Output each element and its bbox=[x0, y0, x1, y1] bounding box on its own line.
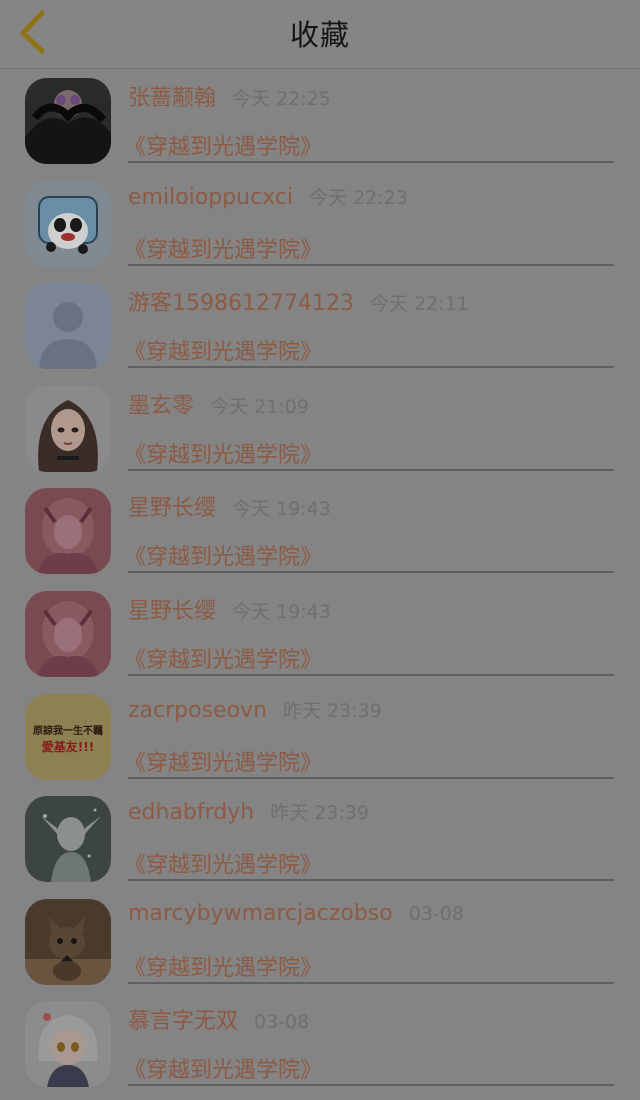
elf-avatar-icon bbox=[25, 796, 111, 883]
divider bbox=[128, 1084, 614, 1087]
timestamp: 今天 22:23 bbox=[309, 186, 408, 209]
timestamp: 昨天 23:39 bbox=[283, 699, 382, 722]
default-user-avatar-icon bbox=[25, 283, 111, 370]
book-title-link[interactable]: 《穿越到光遇学院》 bbox=[124, 129, 322, 161]
avatar[interactable] bbox=[25, 898, 111, 985]
book-title-link[interactable]: 《穿越到光遇学院》 bbox=[124, 232, 322, 264]
avatar[interactable] bbox=[25, 78, 111, 164]
avatar[interactable]: 原諒我一生不羈 愛基友!!! bbox=[25, 693, 111, 780]
user-name: 慕言字无双 03-08 bbox=[128, 1009, 310, 1035]
avatar[interactable] bbox=[25, 796, 111, 883]
dark-figure-avatar-icon bbox=[25, 78, 111, 164]
book-title-link[interactable]: 《穿越到光遇学院》 bbox=[124, 437, 322, 469]
user-name: emiloioppucxci 今天 22:23 bbox=[128, 184, 408, 210]
chibi-avatar-icon bbox=[25, 1001, 111, 1088]
favorites-list: 张蔷颟翰 今天 22:25 《穿越到光遇学院》 emiloioppucxci 今天 … bbox=[0, 69, 640, 1095]
book-title-link[interactable]: 《穿越到光遇学院》 bbox=[124, 334, 322, 366]
cat-avatar-icon bbox=[25, 898, 111, 985]
user-name: marcybywmarcjaczobso 03-08 bbox=[128, 900, 464, 926]
timestamp: 今天 19:43 bbox=[232, 600, 331, 623]
user-name: 游客1598612774123 今天 22:11 bbox=[128, 291, 469, 317]
timestamp: 03-08 bbox=[254, 1011, 310, 1034]
list-item[interactable]: 张蔷颟翰 今天 22:25 《穿越到光遇学院》 bbox=[0, 69, 640, 172]
book-title-link[interactable]: 《穿越到光遇学院》 bbox=[124, 745, 322, 777]
timestamp: 今天 21:09 bbox=[210, 395, 309, 418]
divider bbox=[128, 981, 614, 984]
book-title-link[interactable]: 《穿越到光遇学院》 bbox=[124, 539, 322, 571]
list-item[interactable]: emiloioppucxci 今天 22:23 《穿越到光遇学院》 bbox=[0, 172, 640, 275]
panda-avatar-icon bbox=[25, 180, 111, 267]
user-name: edhabfrdyh 昨天 23:39 bbox=[128, 800, 370, 826]
list-item[interactable]: edhabfrdyh 昨天 23:39 《穿越到光遇学院》 bbox=[0, 787, 640, 890]
list-item[interactable]: marcybywmarcjaczobso 03-08 《穿越到光遇学院》 bbox=[0, 890, 640, 993]
user-name: 张蔷颟翰 今天 22:25 bbox=[128, 86, 331, 111]
divider bbox=[128, 879, 614, 882]
divider bbox=[128, 571, 614, 574]
divider bbox=[128, 468, 614, 471]
user-name: zacrposeovn 昨天 23:39 bbox=[128, 697, 382, 723]
timestamp: 今天 22:25 bbox=[232, 88, 331, 110]
list-item[interactable]: 游客1598612774123 今天 22:11 《穿越到光遇学院》 bbox=[0, 274, 640, 377]
list-item[interactable]: 慕言字无双 03-08 《穿越到光遇学院》 bbox=[0, 992, 640, 1095]
book-title-link[interactable]: 《穿越到光遇学院》 bbox=[124, 950, 322, 982]
avatar-caption: 愛基友!!! bbox=[41, 739, 95, 754]
anime-girl-avatar-icon bbox=[25, 385, 111, 472]
divider bbox=[128, 366, 614, 369]
avatar[interactable] bbox=[25, 590, 111, 677]
timestamp: 今天 19:43 bbox=[232, 498, 331, 521]
avatar-caption: 原諒我一生不羈 bbox=[33, 725, 103, 737]
book-title-link[interactable]: 《穿越到光遇学院》 bbox=[124, 847, 322, 879]
list-item[interactable]: 星野长缨 今天 19:43 《穿越到光遇学院》 bbox=[0, 582, 640, 685]
list-item[interactable]: 星野长缨 今天 19:43 《穿越到光遇学院》 bbox=[0, 479, 640, 582]
divider bbox=[128, 161, 614, 163]
nav-bar: 收藏 bbox=[0, 0, 640, 69]
divider bbox=[128, 776, 614, 779]
pink-anime-avatar-icon bbox=[25, 488, 111, 575]
avatar[interactable] bbox=[25, 488, 111, 575]
avatar[interactable] bbox=[25, 1001, 111, 1088]
user-name: 星野长缨 今天 19:43 bbox=[128, 598, 331, 624]
timestamp: 昨天 23:39 bbox=[270, 802, 370, 825]
list-item[interactable]: 原諒我一生不羈 愛基友!!! zacrposeovn 昨天 23:39 《穿越到光… bbox=[0, 685, 640, 788]
avatar[interactable] bbox=[25, 385, 111, 472]
divider bbox=[128, 673, 614, 676]
page-title: 收藏 bbox=[289, 18, 350, 52]
timestamp: 今天 22:11 bbox=[369, 293, 469, 316]
book-title-link[interactable]: 《穿越到光遇学院》 bbox=[124, 642, 322, 674]
divider bbox=[128, 263, 614, 266]
user-name: 星野长缨 今天 19:43 bbox=[128, 496, 331, 522]
avatar[interactable] bbox=[25, 180, 111, 267]
pink-anime-avatar-icon bbox=[25, 590, 111, 677]
timestamp: 03-08 bbox=[408, 902, 464, 925]
book-title-link[interactable]: 《穿越到光遇学院》 bbox=[124, 1052, 322, 1084]
avatar[interactable] bbox=[25, 283, 111, 370]
user-name: 墨玄零 今天 21:09 bbox=[128, 393, 309, 419]
list-item[interactable]: 墨玄零 今天 21:09 《穿越到光遇学院》 bbox=[0, 377, 640, 480]
